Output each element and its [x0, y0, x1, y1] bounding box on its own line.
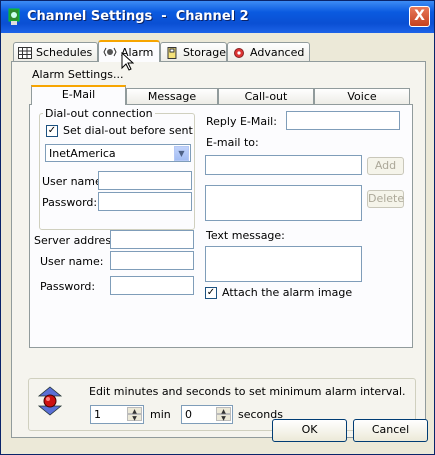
server-address-label: Server address:: [34, 234, 121, 247]
email-to-input[interactable]: [205, 155, 362, 175]
reply-email-label: Reply E-Mail:: [206, 115, 277, 128]
delete-button[interactable]: Delete: [367, 190, 404, 208]
server-address-input[interactable]: [110, 230, 194, 249]
attach-image-checkbox[interactable]: ✓: [205, 287, 217, 299]
connection-value: InetAmerica: [49, 147, 116, 160]
dialout-checkbox[interactable]: ✓: [46, 125, 58, 137]
title-bar[interactable]: Channel Settings - Channel 2 X: [1, 1, 434, 33]
spin-up-icon[interactable]: ▲: [127, 407, 142, 415]
app-icon: [8, 8, 20, 25]
tab-advanced[interactable]: Advanced: [227, 42, 310, 62]
dialout-username-label: User name:: [42, 175, 106, 188]
dialout-group-label: Dial-out connection: [43, 107, 155, 120]
server-username-input[interactable]: [110, 251, 194, 270]
text-message-input[interactable]: [205, 246, 362, 282]
dialout-checkbox-label: Set dial-out before sent: [63, 124, 193, 137]
text-message-label: Text message:: [206, 229, 285, 242]
calendar-grid-icon: [18, 46, 32, 59]
reply-email-input[interactable]: [286, 111, 400, 130]
alarm-settings-heading: Alarm Settings...: [32, 68, 124, 81]
connection-select[interactable]: InetAmerica ▼: [45, 144, 191, 162]
server-password-input[interactable]: [110, 276, 194, 295]
chevron-down-icon[interactable]: ▼: [174, 146, 189, 161]
minutes-spinner[interactable]: 1 ▲ ▼: [90, 405, 144, 424]
attach-image-label: Attach the alarm image: [222, 286, 353, 299]
tab-label: Advanced: [250, 46, 305, 59]
spin-down-icon[interactable]: ▼: [127, 414, 142, 422]
subtab-email[interactable]: E-Mail: [31, 85, 126, 105]
dialog-body: Schedules Alarm Storage Advanced Alarm S…: [4, 34, 431, 451]
alarm-interval-icon: [37, 386, 63, 416]
window-title: Channel Settings - Channel 2: [27, 9, 249, 24]
cancel-button[interactable]: Cancel: [353, 419, 428, 442]
minutes-unit-label: min: [150, 408, 171, 421]
subtab-voice[interactable]: Voice: [314, 88, 410, 105]
dialout-username-input[interactable]: [98, 171, 192, 190]
seconds-value: 0: [185, 408, 192, 421]
tab-schedules[interactable]: Schedules: [13, 42, 98, 62]
tab-label: Storage: [182, 46, 226, 59]
close-button[interactable]: X: [409, 6, 430, 27]
email-recipients-list[interactable]: [205, 185, 362, 221]
subtab-message[interactable]: Message: [126, 88, 218, 105]
minutes-value: 1: [94, 408, 101, 421]
tab-label: Schedules: [36, 46, 93, 59]
tab-storage[interactable]: Storage: [160, 42, 227, 62]
dialout-password-label: Password:: [42, 196, 98, 209]
seconds-spinner[interactable]: 0 ▲ ▼: [181, 405, 233, 424]
ok-button[interactable]: OK: [272, 419, 347, 442]
server-password-label: Password:: [40, 280, 96, 293]
advanced-gear-icon: [234, 47, 244, 58]
tab-alarm[interactable]: Alarm: [98, 40, 160, 71]
storage-disk-icon: [167, 46, 177, 59]
server-username-label: User name:: [40, 255, 104, 268]
mouse-cursor-icon: [121, 52, 134, 71]
spin-down-icon[interactable]: ▼: [216, 414, 231, 422]
alarm-tab-panel: Alarm Settings... E-Mail Message Call-ou…: [11, 61, 426, 438]
email-to-label: E-mail to:: [206, 136, 259, 149]
channel-settings-dialog: Channel Settings - Channel 2 X Schedules…: [0, 0, 435, 455]
dialout-password-input[interactable]: [98, 192, 192, 211]
spin-up-icon[interactable]: ▲: [216, 407, 231, 415]
email-subpanel: Dial-out connection ✓ Set dial-out befor…: [29, 104, 413, 348]
subtab-callout[interactable]: Call-out: [218, 88, 314, 105]
interval-description: Edit minutes and seconds to set minimum …: [89, 385, 406, 398]
alarm-siren-icon: [103, 47, 117, 57]
add-button[interactable]: Add: [367, 157, 404, 175]
